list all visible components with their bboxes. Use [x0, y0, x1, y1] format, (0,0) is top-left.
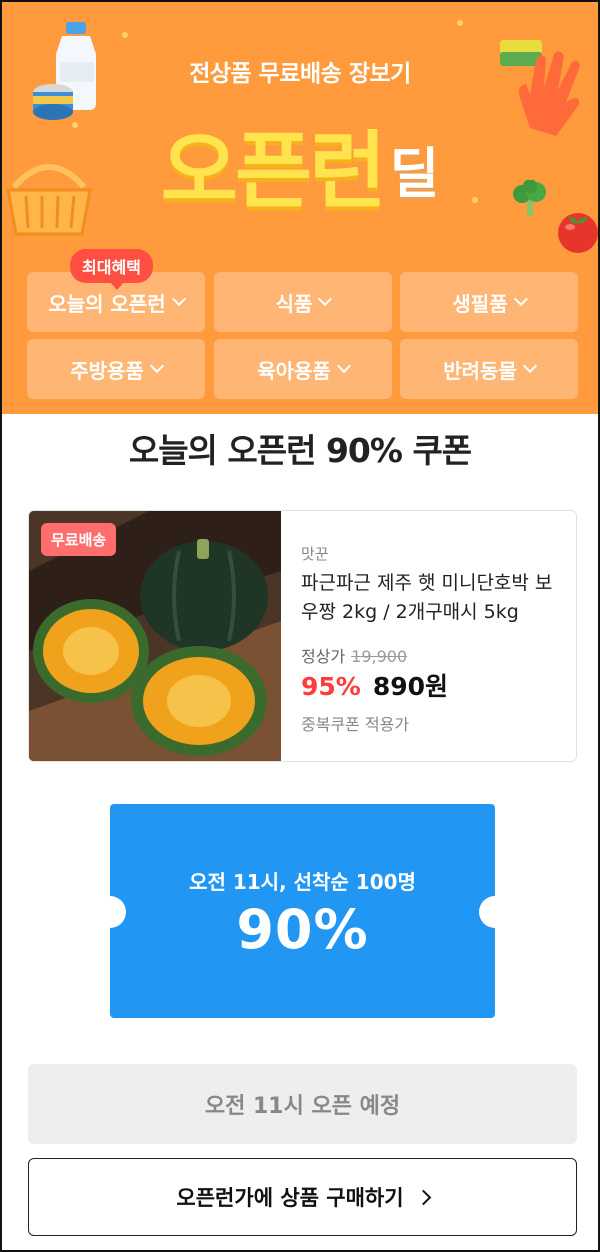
- category-label: 오늘의 오픈런: [48, 291, 166, 316]
- ticket-percent: 90%: [236, 898, 369, 961]
- category-baby[interactable]: 육아용품: [214, 339, 392, 399]
- category-food[interactable]: 식품: [214, 272, 392, 332]
- category-label: 육아용품: [257, 358, 331, 383]
- category-kitchen[interactable]: 주방용품: [27, 339, 205, 399]
- buy-product-button[interactable]: 오픈런가에 상품 구매하기: [28, 1158, 577, 1236]
- sale-price-row: 95% 890원: [301, 667, 448, 703]
- product-image[interactable]: 무료배송: [29, 511, 281, 761]
- coupon-ticket: 오전 11시, 선착순 100명 90%: [94, 804, 511, 1018]
- category-label: 식품: [275, 291, 313, 316]
- ticket-subtitle: 오전 11시, 선착순 100명: [189, 870, 416, 894]
- product-name[interactable]: 파근파근 제주 햇 미니단호박 보우짱 2kg / 2개구매시 5kg: [301, 569, 566, 627]
- banner-subtitle: 전상품 무료배송 장보기: [189, 61, 411, 87]
- original-price-label: 정상가: [301, 647, 346, 666]
- chevron-right-icon: [415, 1189, 431, 1205]
- banner-title: 오픈런 딜: [2, 104, 598, 225]
- original-price-row: 정상가 19,900: [301, 643, 407, 667]
- open-scheduled-button[interactable]: 오전 11시 오픈 예정: [28, 1064, 577, 1144]
- category-pet[interactable]: 반려동물: [400, 339, 578, 399]
- banner-title-main: 오픈런: [160, 122, 387, 220]
- product-brand: 맛꾼: [301, 545, 329, 563]
- page-frame: 전상품 무료배송 장보기 오픈런 딜 최대혜택 오늘의 오픈런 식품 생필품 주방…: [0, 0, 600, 1252]
- banner-title-deal: 딜: [389, 142, 440, 205]
- original-price: 19,900: [351, 647, 408, 666]
- chevron-down-icon: [336, 358, 351, 374]
- chevron-down-icon: [171, 291, 186, 307]
- category-label: 생필품: [452, 291, 508, 316]
- free-shipping-badge: 무료배송: [41, 523, 117, 556]
- coupon-headline: 오늘의 오픈런 90% 쿠폰: [128, 431, 472, 470]
- promo-banner: 전상품 무료배송 장보기 오픈런 딜 최대혜택 오늘의 오픈런 식품 생필품 주방…: [2, 2, 598, 414]
- chevron-down-icon: [522, 358, 537, 374]
- category-daily-necessities[interactable]: 생필품: [400, 272, 578, 332]
- discount-percent: 95%: [301, 672, 361, 701]
- category-label: 반려동물: [443, 358, 517, 383]
- max-benefit-badge: 최대혜택: [70, 249, 153, 290]
- sale-price: 890원: [372, 672, 449, 701]
- chevron-down-icon: [318, 291, 333, 307]
- coupon-note: 중복쿠폰 적용가: [301, 715, 410, 734]
- buy-button-label: 오픈런가에 상품 구매하기: [176, 1186, 404, 1210]
- category-label: 주방용품: [70, 358, 144, 383]
- chevron-down-icon: [513, 291, 528, 307]
- chevron-down-icon: [149, 358, 164, 374]
- product-card[interactable]: 무료배송 맛꾼 파근파근 제주 햇 미니단호박 보우짱 2kg / 2개구매시 …: [28, 510, 577, 762]
